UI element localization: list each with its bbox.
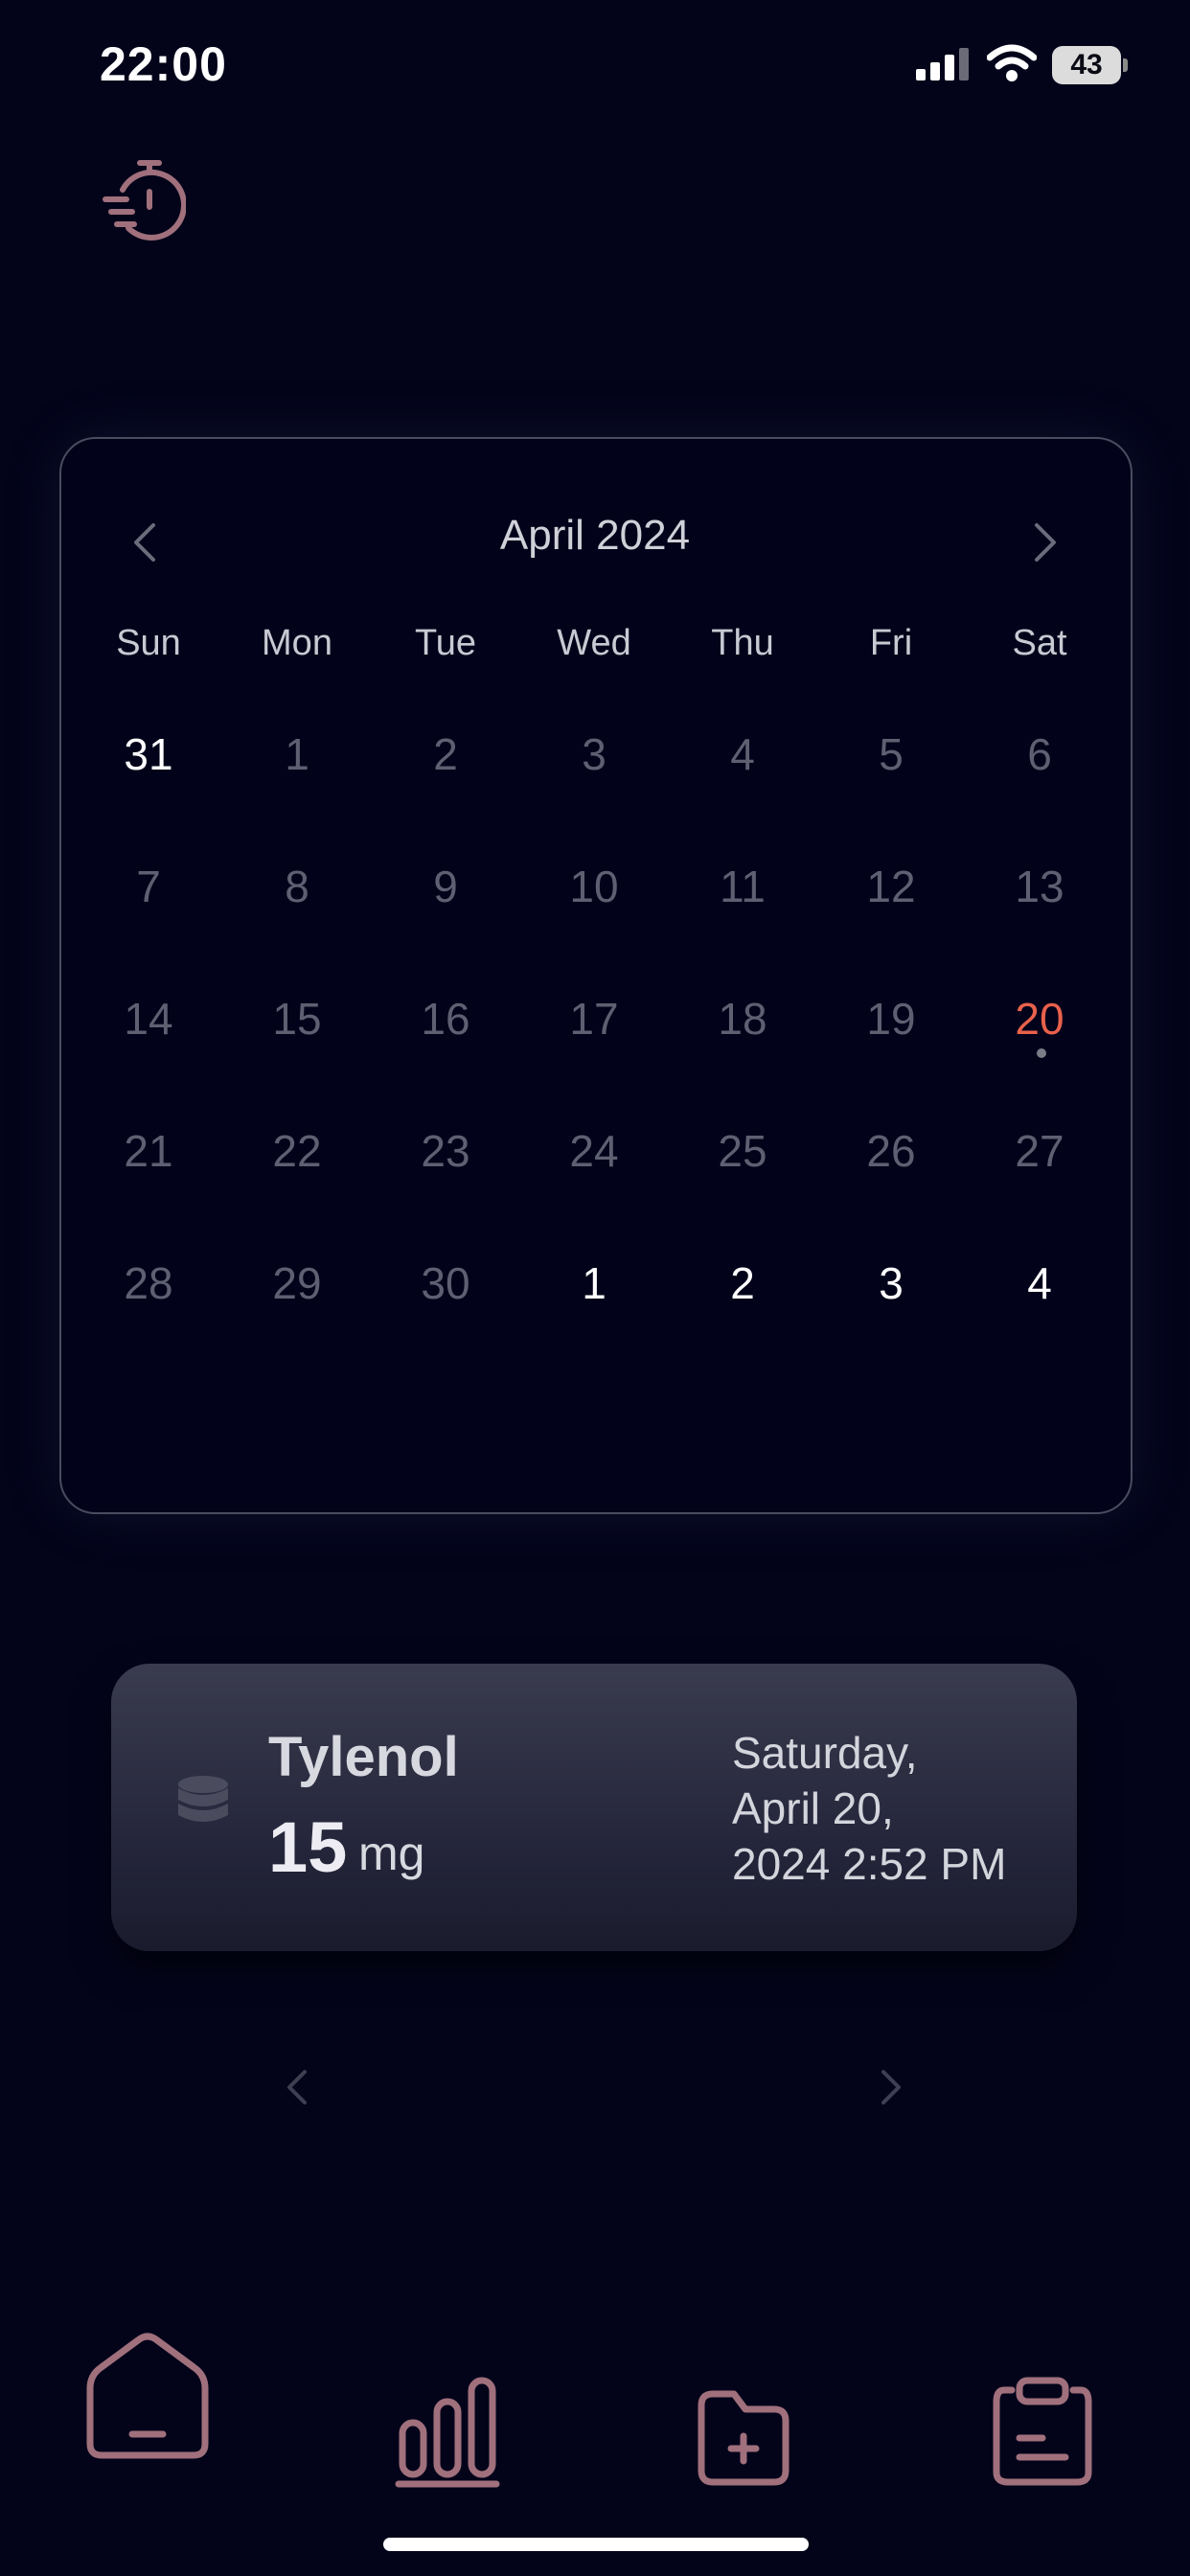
previous-entry-icon[interactable] — [284, 2066, 309, 2108]
calendar-day[interactable]: 13 — [973, 861, 1107, 912]
calendar-day[interactable]: 12 — [824, 861, 958, 912]
weekday-label: Wed — [557, 623, 631, 663]
battery-icon: 43 — [1052, 46, 1129, 84]
calendar-day[interactable]: 1 — [527, 1257, 661, 1309]
calendar-day[interactable]: 31 — [81, 728, 216, 780]
calendar-day[interactable]: 24 — [527, 1125, 661, 1177]
calendar-day[interactable]: 19 — [824, 993, 958, 1045]
calendar-day[interactable]: 8 — [230, 861, 364, 912]
timer-history-icon[interactable] — [102, 157, 186, 243]
calendar-day[interactable]: 23 — [378, 1125, 513, 1177]
add-folder-icon[interactable] — [696, 2388, 791, 2488]
home-indicator — [383, 2538, 809, 2551]
calendar-day[interactable]: 26 — [824, 1125, 958, 1177]
dose-amount: 15 — [268, 1807, 348, 1887]
weekday-label: Sun — [116, 623, 181, 663]
stats-icon[interactable] — [395, 2375, 500, 2488]
calendar-day[interactable]: 6 — [973, 728, 1107, 780]
weekday-label: Sat — [1012, 623, 1067, 663]
calendar-day[interactable]: 22 — [230, 1125, 364, 1177]
calendar-day[interactable]: 4 — [675, 728, 810, 780]
clipboard-icon[interactable] — [991, 2377, 1094, 2488]
calendar-day[interactable]: 14 — [81, 993, 216, 1045]
calendar-day[interactable]: 10 — [527, 861, 661, 912]
weekday-label: Tue — [414, 623, 477, 663]
dose-date-line: 2024 2:52 PM — [732, 1839, 1007, 1889]
next-entry-icon[interactable] — [880, 2066, 904, 2108]
wifi-icon — [987, 44, 1037, 81]
calendar-day[interactable]: 29 — [230, 1257, 364, 1309]
calendar-day[interactable]: 11 — [675, 861, 810, 912]
calendar-day[interactable]: 9 — [378, 861, 513, 912]
battery-level: 43 — [1070, 49, 1103, 80]
calendar-day[interactable]: 16 — [378, 993, 513, 1045]
calendar-day[interactable]: 27 — [973, 1125, 1107, 1177]
weekday-label: Mon — [262, 623, 332, 663]
weekday-label: Thu — [711, 623, 774, 663]
signal-icon — [916, 48, 969, 80]
calendar-day[interactable]: 4 — [973, 1257, 1107, 1309]
calendar-day[interactable]: 2 — [378, 728, 513, 780]
calendar-day[interactable]: 21 — [81, 1125, 216, 1177]
calendar-day[interactable]: 18 — [675, 993, 810, 1045]
calendar-day[interactable]: 5 — [824, 728, 958, 780]
event-dot — [1037, 1048, 1046, 1058]
dose-date-line: April 20, — [732, 1783, 894, 1833]
calendar-day[interactable]: 17 — [527, 993, 661, 1045]
dose-date-line: Saturday, — [732, 1728, 918, 1778]
calendar-day[interactable]: 3 — [824, 1257, 958, 1309]
medication-name: Tylenol — [268, 1726, 459, 1788]
calendar-day-today[interactable]: 20 — [973, 993, 1107, 1045]
calendar-day[interactable]: 15 — [230, 993, 364, 1045]
calendar-day[interactable]: 30 — [378, 1257, 513, 1309]
chevron-left-icon[interactable] — [130, 521, 157, 564]
weekday-label: Fri — [869, 623, 913, 663]
calendar-day[interactable]: 2 — [675, 1257, 810, 1309]
calendar-day[interactable]: 25 — [675, 1125, 810, 1177]
calendar-day[interactable]: 3 — [527, 728, 661, 780]
calendar-month-title: April 2024 — [499, 512, 691, 559]
pill-stack-icon — [178, 1776, 228, 1822]
dose-date: Saturday, April 20, 2024 2:52 PM — [732, 1725, 1048, 1892]
calendar-day[interactable]: 7 — [81, 861, 216, 912]
calendar-day[interactable]: 1 — [230, 728, 364, 780]
calendar-card — [59, 437, 1133, 1514]
home-icon[interactable] — [82, 2331, 213, 2461]
status-time: 22:00 — [100, 37, 227, 91]
calendar-day[interactable]: 28 — [81, 1257, 216, 1309]
chevron-right-icon[interactable] — [1033, 521, 1060, 564]
dose-unit: mg — [358, 1827, 425, 1880]
